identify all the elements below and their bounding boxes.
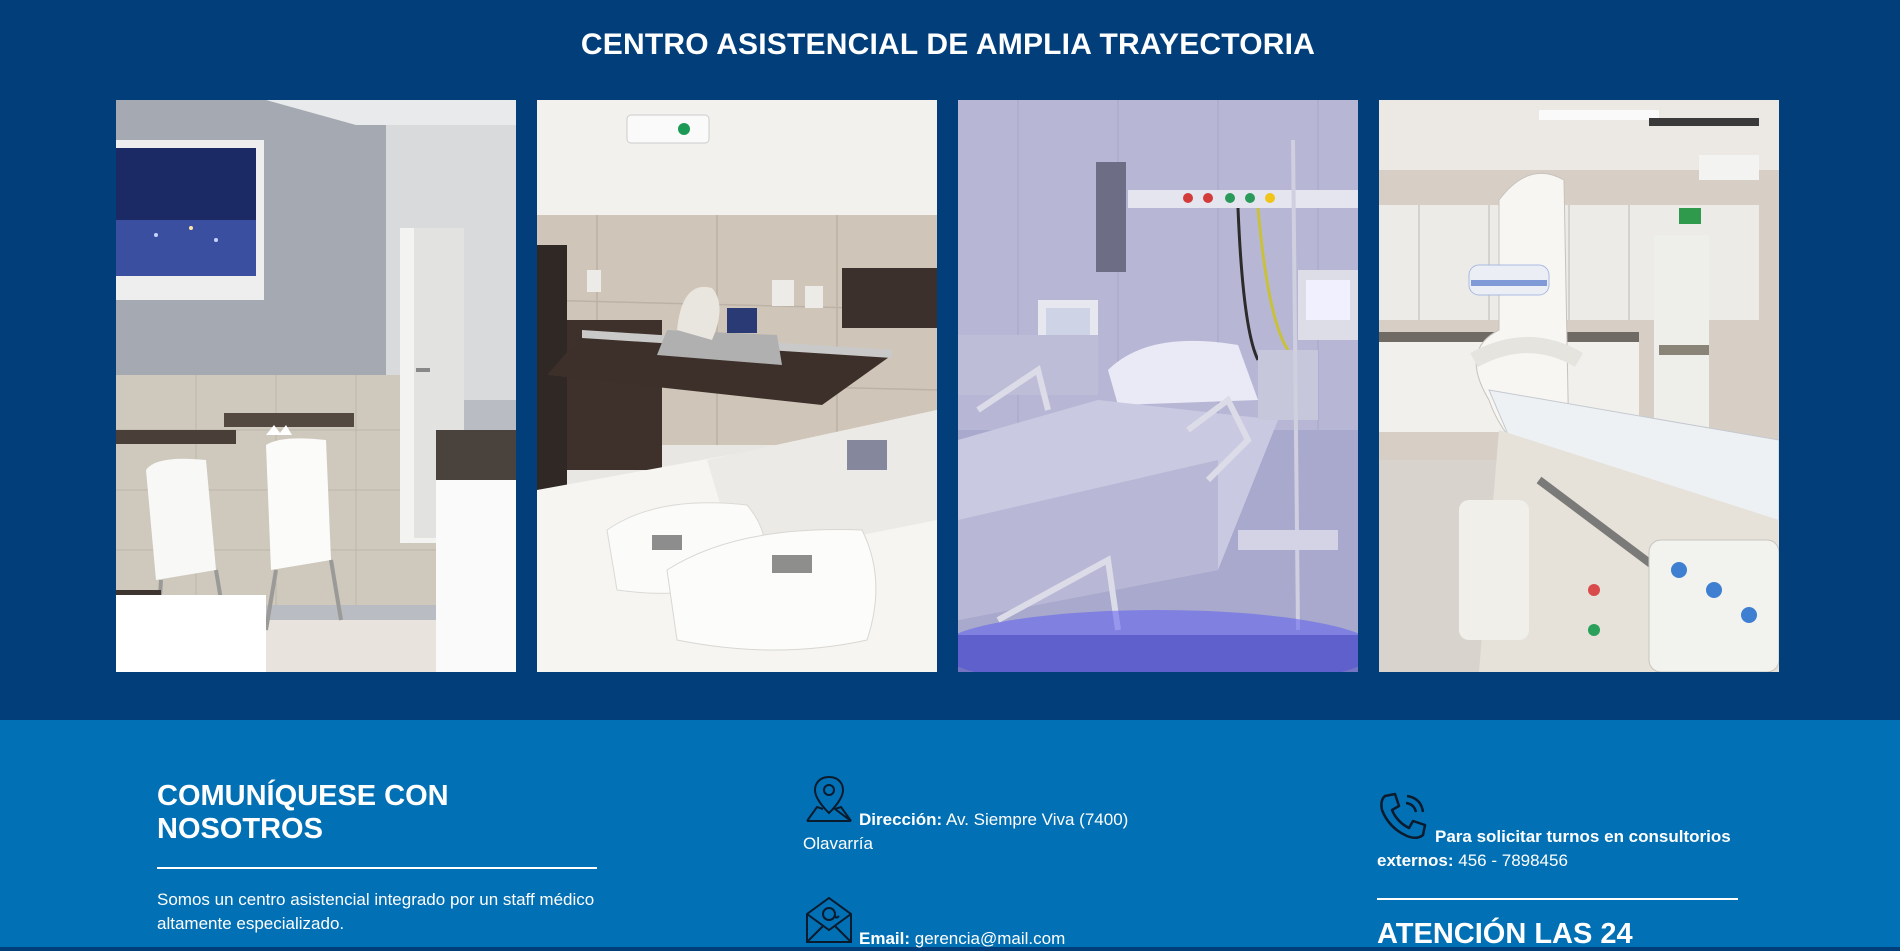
contact-description: Somos un centro asistencial integrado po… xyxy=(157,890,595,933)
phone-block: Para solicitar turnos en consultorios ex… xyxy=(1377,790,1757,873)
phone-divider xyxy=(1377,898,1738,900)
address-label: Dirección: xyxy=(859,810,943,829)
patient-room-photo[interactable] xyxy=(116,100,516,672)
heading-divider xyxy=(157,867,597,869)
phone-number-link[interactable]: 456 - 7898456 xyxy=(1458,851,1568,870)
envelope-icon xyxy=(803,892,855,951)
intensive-care-bed-photo[interactable] xyxy=(958,100,1358,672)
phone-icon xyxy=(1377,790,1431,849)
email-link[interactable]: gerencia@mail.com xyxy=(915,929,1065,948)
address-block: Dirección: Av. Siempre Viva (7400) Olava… xyxy=(803,773,1183,856)
contact-section: COMUNÍQUESE CON NOSOTROS Somos un centro… xyxy=(0,720,1900,950)
section-title: CENTRO ASISTENCIAL DE AMPLIA TRAYECTORIA xyxy=(580,28,1316,61)
email-block: Email: gerencia@mail.com xyxy=(803,892,1183,951)
bed-towels-photo[interactable] xyxy=(537,100,937,672)
email-label: Email: xyxy=(859,929,911,948)
facilities-section: CENTRO ASISTENCIAL DE AMPLIA TRAYECTORIA xyxy=(0,0,1900,720)
attention-heading: ATENCIÓN LAS 24 xyxy=(1377,918,1633,950)
angiography-room-photo[interactable] xyxy=(1379,100,1779,672)
map-pin-icon xyxy=(803,773,855,832)
contact-heading: COMUNÍQUESE CON NOSOTROS xyxy=(157,780,449,845)
